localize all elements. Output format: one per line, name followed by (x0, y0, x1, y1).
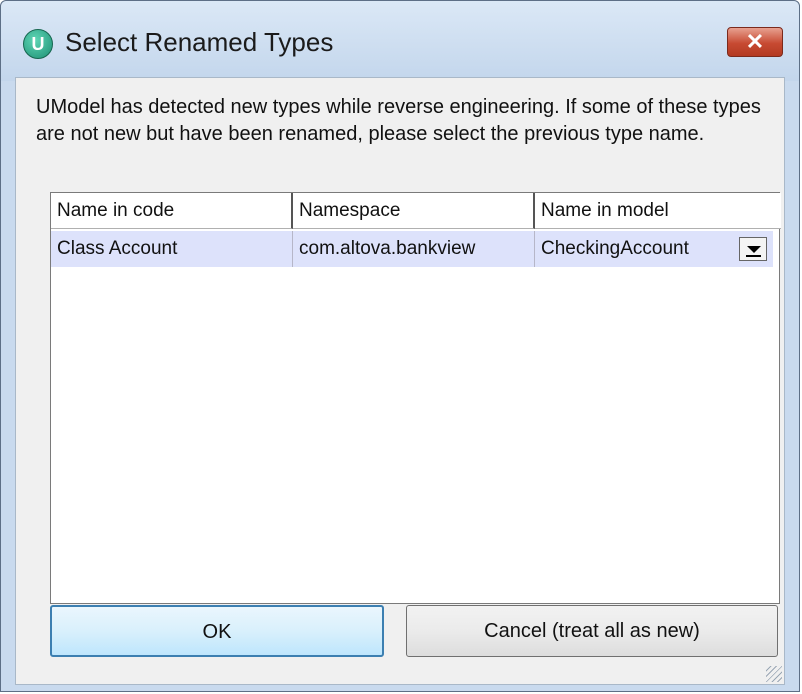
dropdown-button[interactable] (739, 237, 767, 261)
resize-grip-icon[interactable] (766, 666, 782, 682)
renamed-types-table: Name in code Namespace Name in model Cla… (50, 192, 781, 604)
table-row[interactable]: Class Account com.altova.bankview Checki… (51, 231, 773, 267)
ok-button[interactable]: OK (50, 605, 384, 657)
dialog-title: Select Renamed Types (65, 27, 334, 57)
chevron-down-icon (747, 246, 761, 253)
info-message: UModel has detected new types while reve… (36, 96, 761, 145)
title-bar[interactable]: U Select Renamed Types ✕ (1, 1, 799, 81)
name-in-model-dropdown[interactable]: CheckingAccount (535, 231, 773, 267)
column-header-name-in-code[interactable]: Name in code (51, 193, 293, 229)
table-header: Name in code Namespace Name in model (51, 193, 781, 229)
column-header-namespace[interactable]: Namespace (293, 193, 535, 229)
column-header-name-in-model[interactable]: Name in model (535, 193, 781, 229)
cell-name-in-code[interactable]: Class Account (51, 231, 293, 267)
cancel-button[interactable]: Cancel (treat all as new) (406, 605, 778, 657)
umodel-app-icon: U (23, 29, 53, 59)
dialog-window: U Select Renamed Types ✕ UModel has dete… (0, 0, 800, 692)
close-button[interactable]: ✕ (727, 27, 783, 57)
dialog-body: UModel has detected new types while reve… (15, 77, 785, 685)
cell-namespace[interactable]: com.altova.bankview (293, 231, 535, 267)
name-in-model-value: CheckingAccount (541, 238, 689, 259)
